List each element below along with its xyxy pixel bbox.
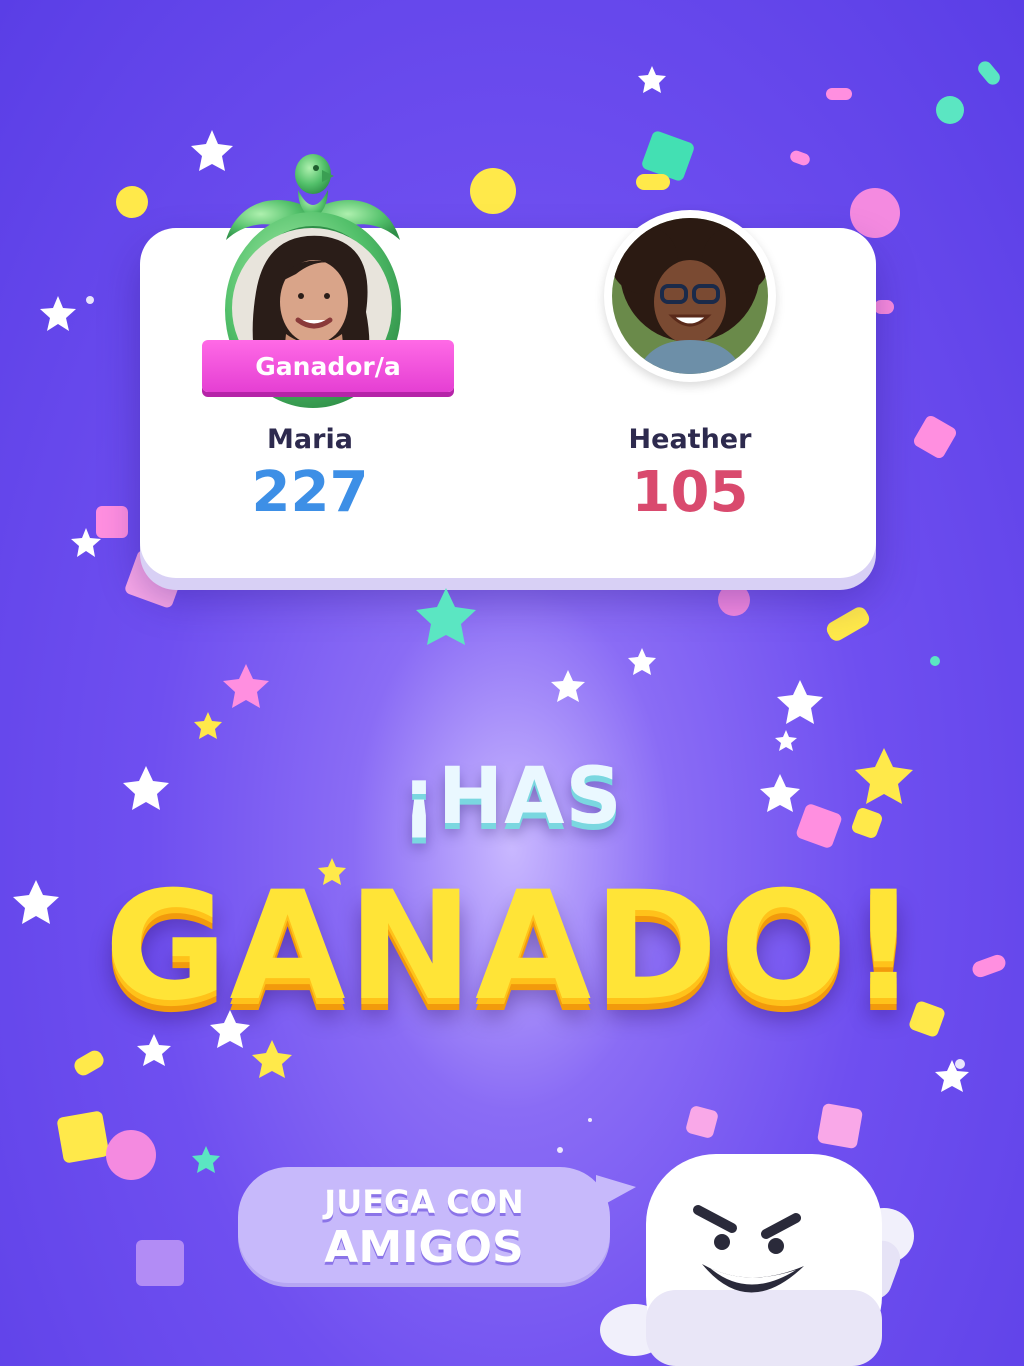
mascot-icon (600, 1154, 914, 1366)
confetti (874, 300, 894, 314)
player-score: 227 (251, 460, 369, 525)
winner-badge: Ganador/a (202, 340, 454, 392)
player-name: Maria (267, 424, 353, 455)
confetti (788, 148, 812, 168)
confetti (684, 1104, 720, 1140)
player-score: 105 (631, 460, 749, 525)
player-name: Heather (628, 424, 752, 455)
confetti (96, 506, 128, 538)
confetti (636, 174, 670, 190)
opponent-avatar (612, 218, 768, 374)
confetti (56, 1110, 110, 1164)
confetti (823, 604, 873, 644)
confetti (718, 584, 750, 616)
confetti (71, 1047, 107, 1079)
confetti (975, 58, 1003, 88)
cta-line1: JUEGA CON (324, 1183, 524, 1221)
confetti (826, 88, 852, 100)
confetti (470, 168, 516, 214)
confetti (106, 1130, 156, 1180)
confetti (930, 656, 940, 666)
headline-line2: GANADO! (104, 860, 920, 1034)
headline-line1: ¡HAS (401, 752, 623, 842)
cta-line2: AMIGOS (324, 1222, 524, 1273)
confetti (850, 188, 900, 238)
confetti (136, 1240, 184, 1286)
game-win-screen: Maria 227 Heather 105 Ganador/a ¡HAS GAN… (0, 0, 1024, 1366)
confetti (116, 186, 148, 218)
confetti (911, 413, 959, 461)
confetti (936, 96, 964, 124)
